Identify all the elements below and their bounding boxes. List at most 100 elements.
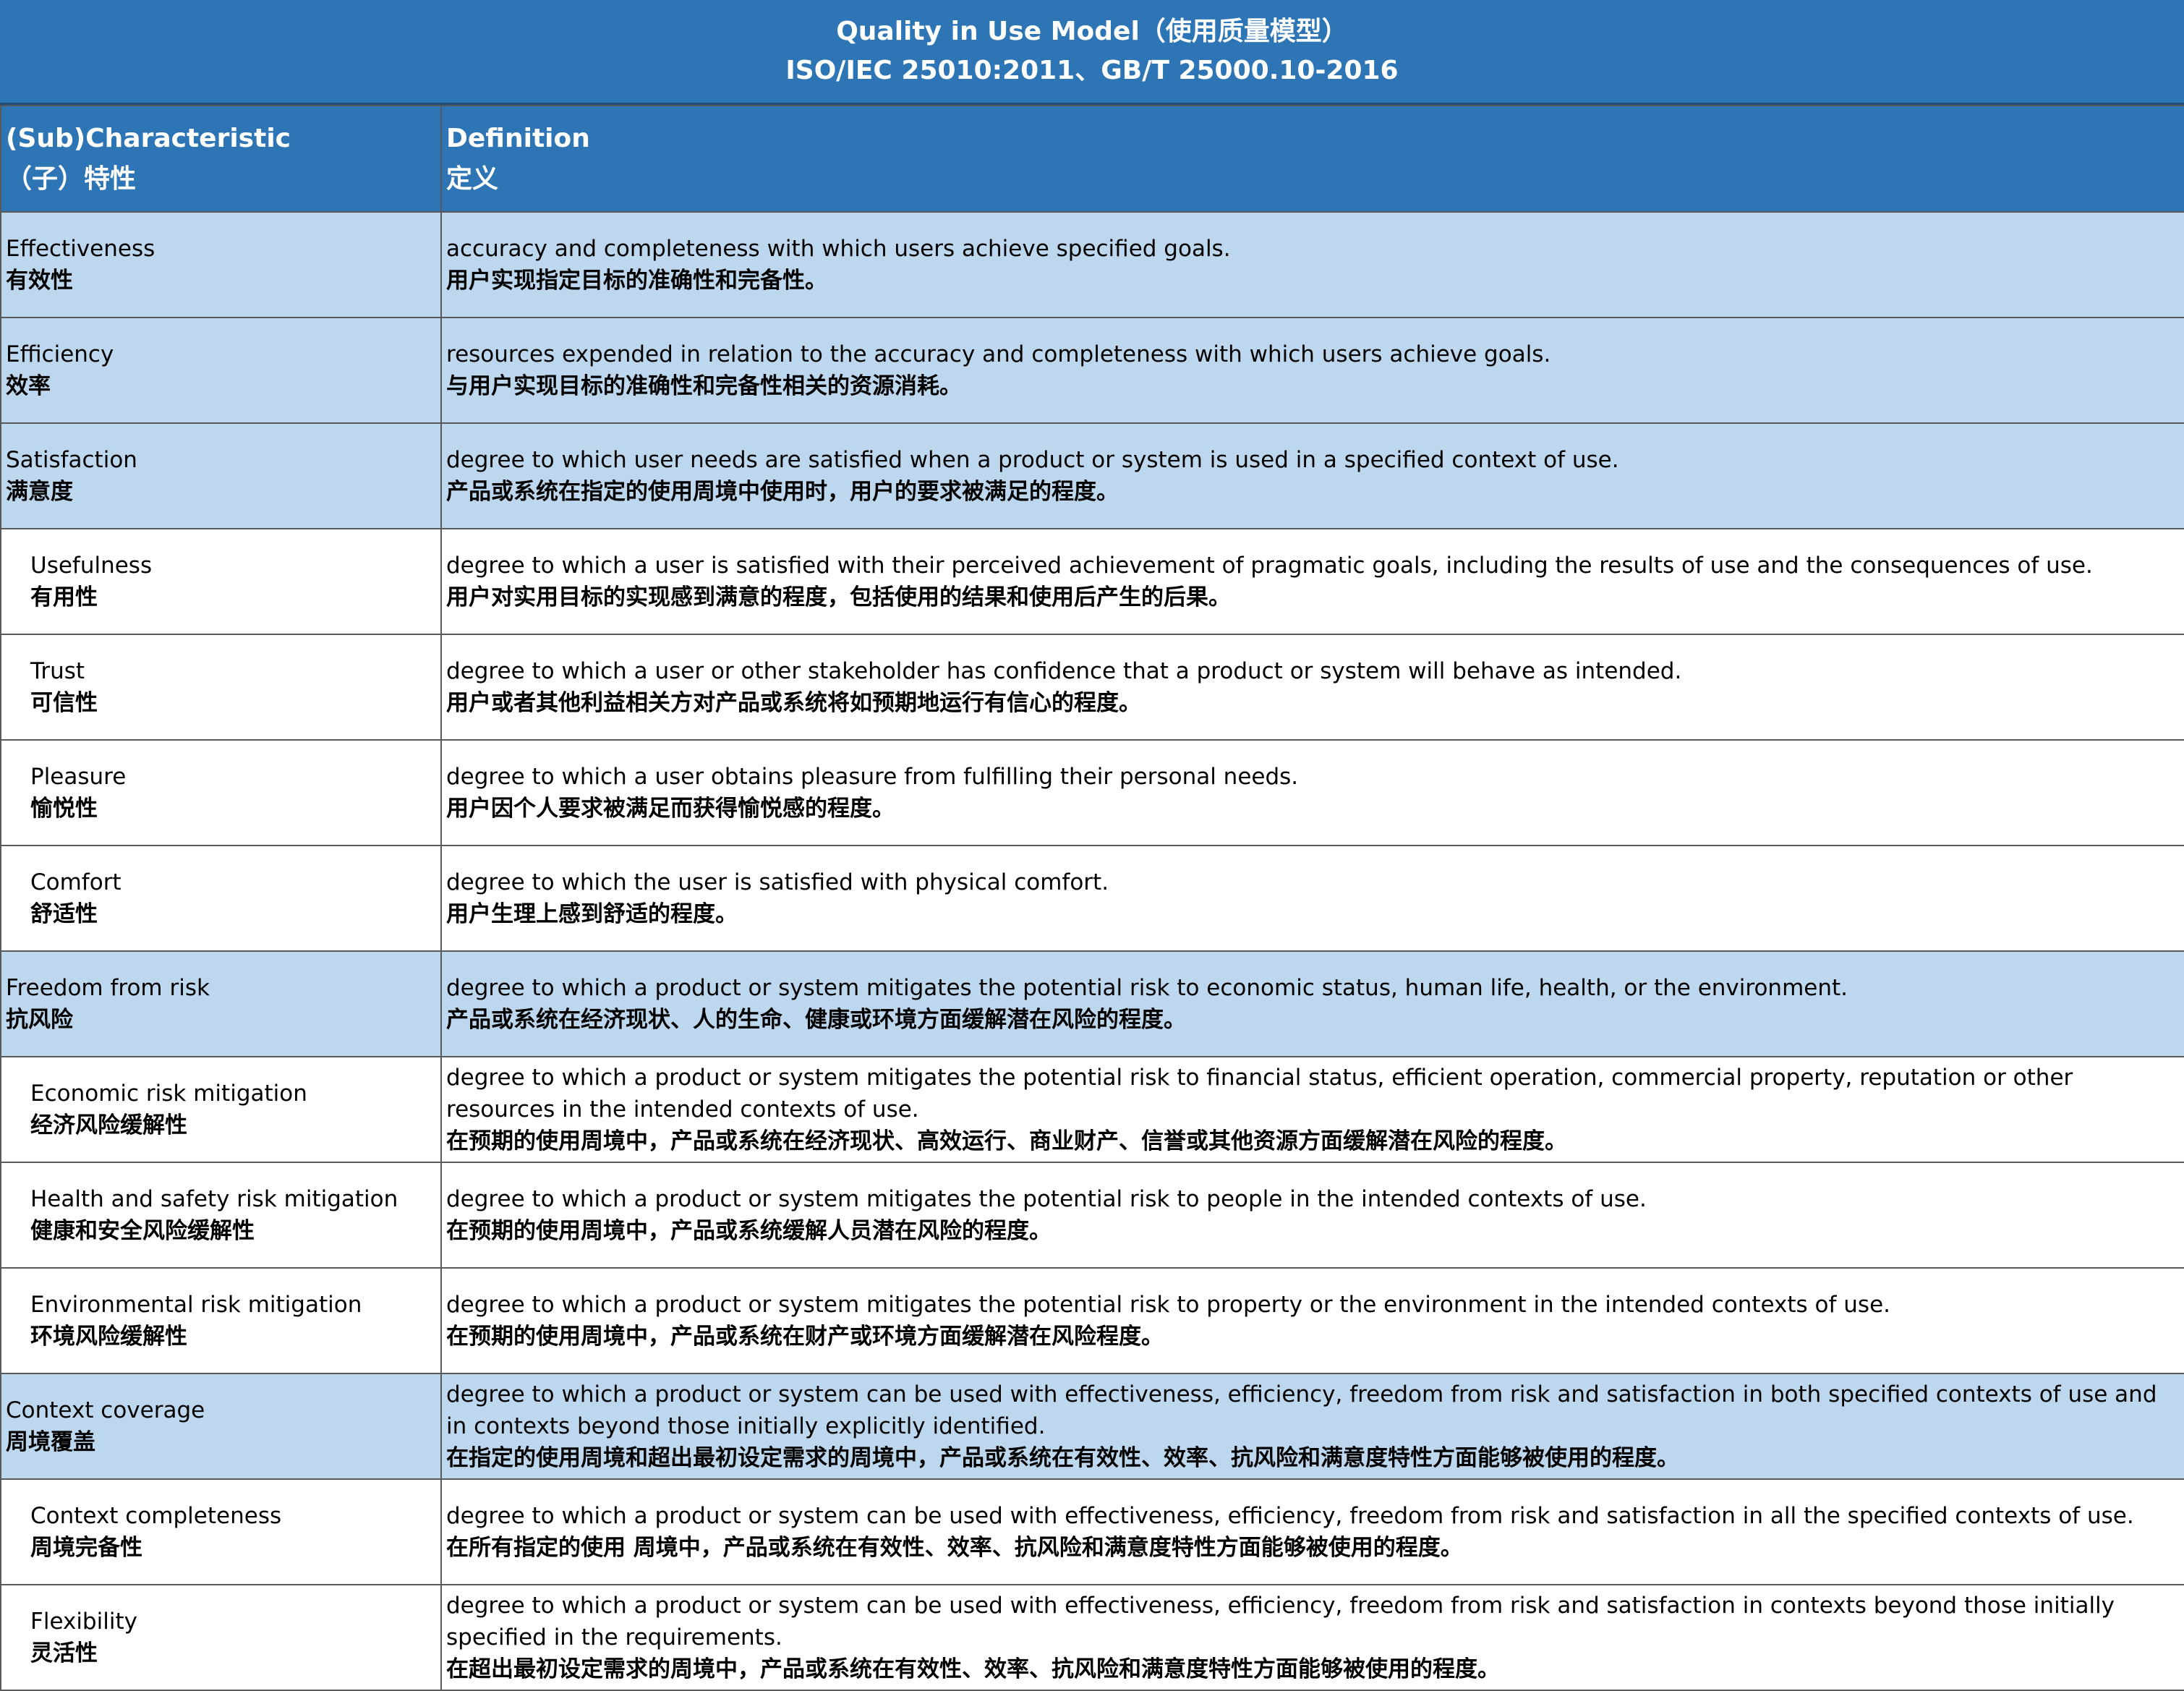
characteristic-cell: Freedom from risk 抗风险 [0,950,442,1057]
subcharacteristic-name-zh: 灵活性 [30,1640,98,1666]
table-row: Flexibility 灵活性 degree to which a produc… [0,1584,2184,1691]
subcharacteristic-name-en: Pleasure [30,764,127,790]
table-row: Freedom from risk 抗风险 degree to which a … [0,950,2184,1057]
characteristic-cell: Context coverage 周境覆盖 [0,1373,442,1480]
column-header-characteristic: (Sub)Characteristic （子）特性 [0,105,442,213]
definition-zh: 产品或系统在经济现状、人的生命、健康或环境方面缓解潜在风险的程度。 [446,1007,1186,1033]
definition-cell: degree to which a product or system can … [440,1373,2184,1480]
subcharacteristic-name-zh: 健康和安全风险缓解性 [30,1218,255,1244]
table-row: Comfort 舒适性 degree to which the user is … [0,845,2184,952]
definition-en: accuracy and completeness with which use… [446,236,1231,262]
definition-zh: 用户或者其他利益相关方对产品或系统将如预期地运行有信心的程度。 [446,690,1141,716]
definition-en: degree to which the user is satisfied wi… [446,869,1109,895]
definition-en: degree to which a product or system miti… [446,1186,1647,1212]
characteristic-cell: Satisfaction 满意度 [0,422,442,529]
header-row: (Sub)Characteristic （子）特性 Definition 定义 [0,105,2184,213]
definition-zh: 用户因个人要求被满足而获得愉悦感的程度。 [446,796,895,822]
definition-zh: 在所有指定的使用 周境中，产品或系统在有效性、效率、抗风险和满意度特性方面能够被… [446,1535,1463,1561]
definition-en: degree to which a product or system miti… [446,1292,1891,1318]
column-header-definition-en: Definition [446,123,590,153]
characteristic-name-en: Effectiveness [6,236,155,262]
definition-zh: 用户实现指定目标的准确性和完备性。 [446,268,827,294]
definition-zh: 在预期的使用周境中，产品或系统缓解人员潜在风险的程度。 [446,1218,1052,1244]
table-row: Environmental risk mitigation 环境风险缓解性 de… [0,1267,2184,1374]
definition-en: degree to which a product or system can … [446,1503,2134,1529]
subcharacteristic-cell: Pleasure 愉悦性 [0,739,442,846]
definition-en: degree to which a product or system can … [446,1381,2157,1439]
subcharacteristic-name-zh: 环境风险缓解性 [30,1324,187,1350]
subcharacteristic-name-en: Trust [30,658,85,684]
subcharacteristic-name-en: Context completeness [30,1503,282,1529]
subcharacteristic-name-zh: 愉悦性 [30,796,98,822]
characteristic-name-zh: 抗风险 [6,1007,73,1033]
table-title: Quality in Use Model（使用质量模型） ISO/IEC 250… [0,0,2184,105]
column-header-characteristic-zh: （子）特性 [6,163,137,194]
table-row: Economic risk mitigation 经济风险缓解性 degree … [0,1056,2184,1163]
characteristic-cell: Effectiveness 有效性 [0,211,442,318]
subcharacteristic-cell: Economic risk mitigation 经济风险缓解性 [0,1056,442,1163]
characteristic-name-en: Efficiency [6,341,114,367]
subcharacteristic-name-en: Usefulness [30,553,153,579]
characteristic-cell: Efficiency 效率 [0,317,442,424]
characteristic-name-zh: 满意度 [6,479,73,505]
subcharacteristic-name-en: Flexibility [30,1609,137,1635]
definition-en: degree to which a user is satisfied with… [446,553,2093,579]
subcharacteristic-name-en: Economic risk mitigation [30,1081,307,1107]
table-row: Usefulness 有用性 degree to which a user is… [0,528,2184,635]
definition-cell: degree to which a user obtains pleasure … [440,739,2184,846]
column-header-characteristic-en: (Sub)Characteristic [6,123,291,153]
column-header-definition: Definition 定义 [440,105,2184,213]
definition-cell: degree to which a product or system miti… [440,950,2184,1057]
subcharacteristic-cell: Comfort 舒适性 [0,845,442,952]
definition-zh: 与用户实现目标的准确性和完备性相关的资源消耗。 [446,373,962,399]
subcharacteristic-cell: Context completeness 周境完备性 [0,1478,442,1585]
definition-en: degree to which user needs are satisfied… [446,447,1619,473]
definition-cell: degree to which user needs are satisfied… [440,422,2184,529]
subcharacteristic-name-zh: 舒适性 [30,901,98,927]
definition-cell: degree to which a product or system miti… [440,1056,2184,1163]
subcharacteristic-cell: Flexibility 灵活性 [0,1584,442,1691]
definition-en: degree to which a product or system miti… [446,1065,2073,1123]
quality-in-use-table-sheet: Quality in Use Model（使用质量模型） ISO/IEC 250… [0,0,2184,1691]
characteristic-name-en: Satisfaction [6,447,137,473]
definition-zh: 产品或系统在指定的使用周境中使用时，用户的要求被满足的程度。 [446,479,1119,505]
definition-en: degree to which a user obtains pleasure … [446,764,1299,790]
title-line-1: Quality in Use Model（使用质量模型） [836,17,1348,46]
definition-cell: resources expended in relation to the ac… [440,317,2184,424]
definition-en: resources expended in relation to the ac… [446,341,1551,367]
subcharacteristic-name-zh: 可信性 [30,690,98,716]
subcharacteristic-cell: Environmental risk mitigation 环境风险缓解性 [0,1267,442,1374]
characteristics-table: (Sub)Characteristic （子）特性 Definition 定义 … [0,105,2184,1691]
subcharacteristic-name-zh: 有用性 [30,584,98,610]
subcharacteristic-name-en: Comfort [30,869,121,895]
characteristic-name-zh: 有效性 [6,268,73,294]
subcharacteristic-name-zh: 经济风险缓解性 [30,1112,187,1138]
subcharacteristic-cell: Usefulness 有用性 [0,528,442,635]
table-row: Satisfaction 满意度 degree to which user ne… [0,422,2184,529]
definition-zh: 在预期的使用周境中，产品或系统在财产或环境方面缓解潜在风险程度。 [446,1324,1164,1350]
subcharacteristic-name-zh: 周境完备性 [30,1535,142,1561]
characteristic-name-en: Context coverage [6,1397,205,1423]
table-row: Pleasure 愉悦性 degree to which a user obta… [0,739,2184,846]
definition-cell: accuracy and completeness with which use… [440,211,2184,318]
subcharacteristic-cell: Health and safety risk mitigation 健康和安全风… [0,1162,442,1269]
table-row: Context coverage 周境覆盖 degree to which a … [0,1373,2184,1480]
subcharacteristic-cell: Trust 可信性 [0,634,442,741]
characteristic-name-zh: 效率 [6,373,51,399]
column-header-definition-zh: 定义 [446,163,499,194]
definition-zh: 在预期的使用周境中，产品或系统在经济现状、高效运行、商业财产、信誉或其他资源方面… [446,1128,1567,1154]
definition-cell: degree to which the user is satisfied wi… [440,845,2184,952]
definition-cell: degree to which a user or other stakehol… [440,634,2184,741]
table-row: Trust 可信性 degree to which a user or othe… [0,634,2184,741]
definition-cell: degree to which a product or system can … [440,1584,2184,1691]
subcharacteristic-name-en: Health and safety risk mitigation [30,1186,398,1212]
definition-cell: degree to which a user is satisfied with… [440,528,2184,635]
characteristic-name-en: Freedom from risk [6,975,210,1001]
table-row: Health and safety risk mitigation 健康和安全风… [0,1162,2184,1269]
definition-zh: 用户生理上感到舒适的程度。 [446,901,738,927]
definition-cell: degree to which a product or system can … [440,1478,2184,1585]
table-row: Efficiency 效率 resources expended in rela… [0,317,2184,424]
characteristic-name-zh: 周境覆盖 [6,1429,95,1455]
subcharacteristic-name-en: Environmental risk mitigation [30,1292,362,1318]
definition-cell: degree to which a product or system miti… [440,1162,2184,1269]
